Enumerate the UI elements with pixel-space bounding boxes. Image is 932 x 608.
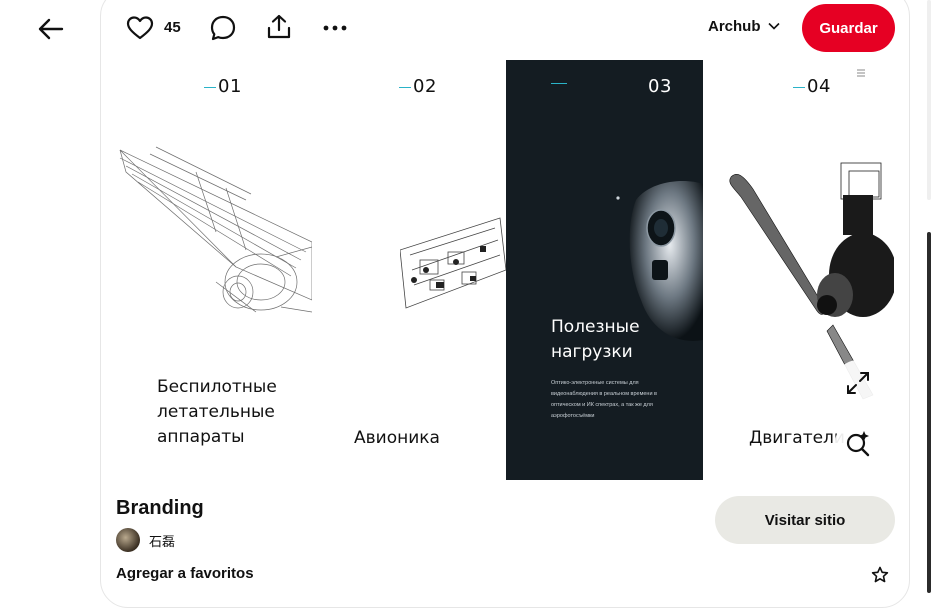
favorites-label: Agregar a favoritos [116,565,254,582]
heart-icon[interactable] [126,15,154,41]
panel-number: 03 [648,76,672,97]
avionics-illustration [400,217,506,309]
scrollbar-track [927,0,931,200]
panel-number: 04 [793,76,831,97]
wing-illustration [119,146,312,313]
scrollbar[interactable] [926,0,932,593]
panel-payloads: 03 Полезные нагрузки Оптико-электронные … [506,60,703,480]
panel-engines: 04 Двигатели [703,60,894,480]
panel-number: 01 [204,76,242,97]
chevron-down-icon [767,18,781,35]
like-count: 45 [164,19,181,36]
save-button[interactable]: Guardar [802,4,895,52]
panel-title: Полезные нагрузки [551,317,640,362]
more-icon[interactable] [322,18,348,38]
panel-title: Авионика [354,428,440,448]
board-select[interactable]: Archub [708,18,781,35]
back-arrow-icon[interactable] [30,10,72,48]
board-name: Archub [708,18,761,35]
panel-uav: 01 Беспилотные летательные аппараты [116,60,312,480]
star-icon[interactable] [870,565,890,585]
panel-avionics: 02 Авионика [312,60,506,480]
pin-title: Branding [116,497,204,519]
visit-site-button[interactable]: Visitar sitio [715,496,895,544]
author-name: 石磊 [149,534,176,550]
left-rail [0,0,100,593]
expand-icon[interactable] [835,360,881,406]
menu-lines-icon [857,68,865,81]
pin-image[interactable]: 01 Беспилотные летательные аппараты 02 А… [116,60,894,480]
panel-title: Двигатели [749,428,845,448]
visual-search-icon[interactable] [835,420,881,466]
panel-title: Беспилотные летательные аппараты [157,377,277,447]
scrollbar-thumb[interactable] [927,232,931,593]
accent-dash [551,83,567,84]
avatar [116,528,140,552]
panel-description: Оптико-электронные системы для видеонабл… [551,380,657,419]
panel-number: 02 [399,76,437,97]
comment-icon[interactable] [209,14,237,42]
share-icon[interactable] [265,13,293,41]
author-link[interactable]: 石磊 [116,528,175,552]
